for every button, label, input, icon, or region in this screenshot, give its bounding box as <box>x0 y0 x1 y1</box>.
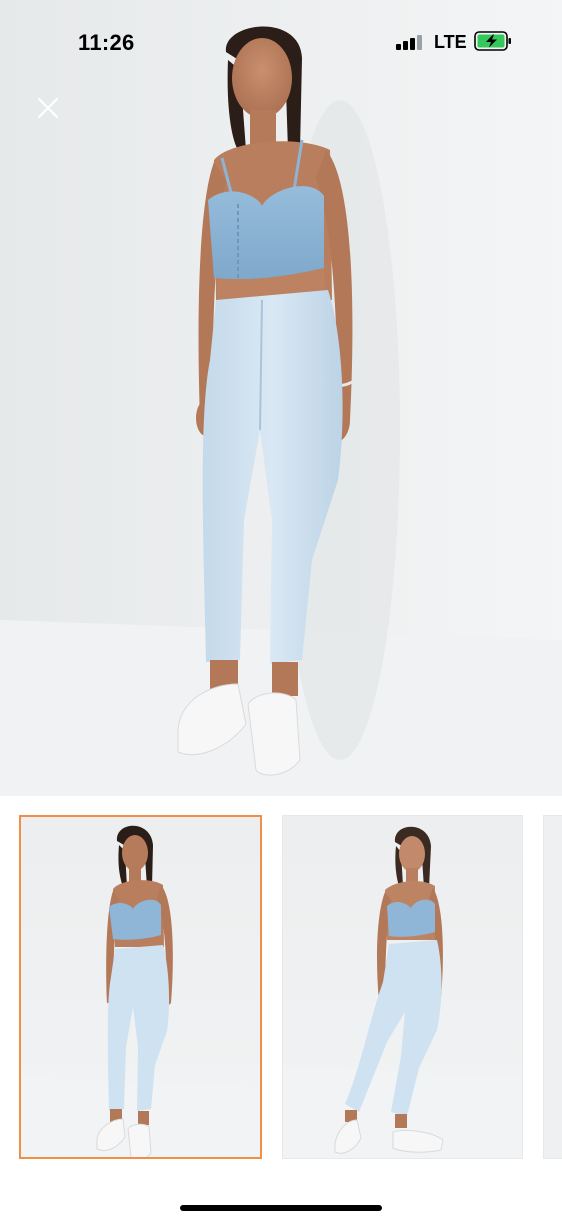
battery-charging-icon <box>474 31 511 51</box>
product-photo-three-quarter-view <box>283 826 522 1158</box>
close-icon <box>37 97 59 119</box>
thumbnail-1[interactable] <box>19 815 262 1159</box>
cellular-signal-icon <box>396 34 424 50</box>
model-photo <box>0 0 562 796</box>
thumbnail-strip[interactable] <box>0 796 562 1176</box>
home-indicator[interactable] <box>180 1205 382 1211</box>
product-photo-partial <box>544 816 562 1158</box>
thumbnail-2[interactable] <box>282 815 523 1159</box>
status-time: 11:26 <box>78 30 135 55</box>
status-bar: 11:26 LTE <box>0 0 562 84</box>
product-photo-front-view <box>21 825 260 1157</box>
network-type-label: LTE <box>434 32 467 52</box>
thumbnail-3[interactable] <box>543 815 562 1159</box>
main-product-image[interactable] <box>0 0 562 796</box>
close-button[interactable] <box>30 90 66 126</box>
